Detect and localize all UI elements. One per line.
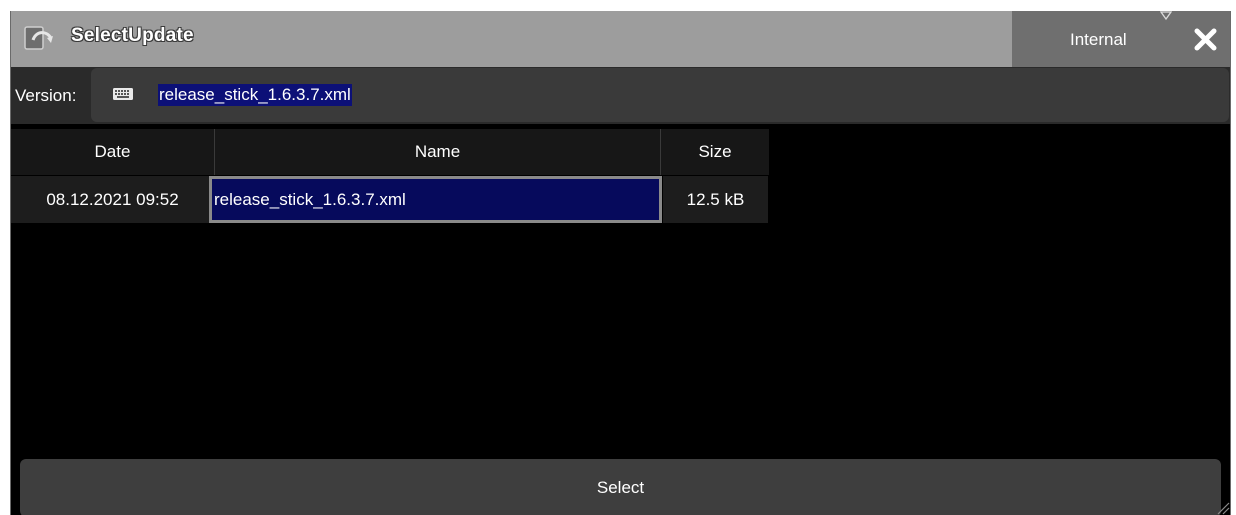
version-input[interactable]: release_stick_1.6.3.7.xml xyxy=(91,68,1229,122)
column-header-size[interactable]: Size xyxy=(660,129,769,175)
title-bar[interactable]: SelectUpdate Internal xyxy=(11,11,1230,67)
window-title: SelectUpdate xyxy=(71,25,194,46)
cell-date[interactable]: 08.12.2021 09:52 xyxy=(11,176,214,223)
version-label: Version: xyxy=(15,86,77,105)
column-header-name[interactable]: Name xyxy=(214,129,660,175)
select-update-window: SelectUpdate Internal Version: release_s… xyxy=(10,11,1231,515)
storage-select[interactable]: Internal xyxy=(1012,11,1181,67)
keyboard-icon[interactable] xyxy=(112,87,134,101)
dropdown-caret-icon xyxy=(1160,11,1172,21)
resize-grip-icon[interactable] xyxy=(1214,499,1230,515)
column-header-date[interactable]: Date xyxy=(11,129,214,175)
close-button[interactable] xyxy=(1181,11,1230,67)
update-icon xyxy=(24,26,53,50)
storage-select-value: Internal xyxy=(1070,30,1127,49)
version-value[interactable]: release_stick_1.6.3.7.xml xyxy=(158,84,352,106)
close-icon xyxy=(1194,28,1217,51)
cell-name[interactable]: release_stick_1.6.3.7.xml xyxy=(209,176,662,223)
version-row: Version: release_stick_1.6.3.7.xml xyxy=(11,67,1230,124)
select-button[interactable]: Select xyxy=(20,459,1221,515)
cell-size[interactable]: 12.5 kB xyxy=(663,176,768,223)
